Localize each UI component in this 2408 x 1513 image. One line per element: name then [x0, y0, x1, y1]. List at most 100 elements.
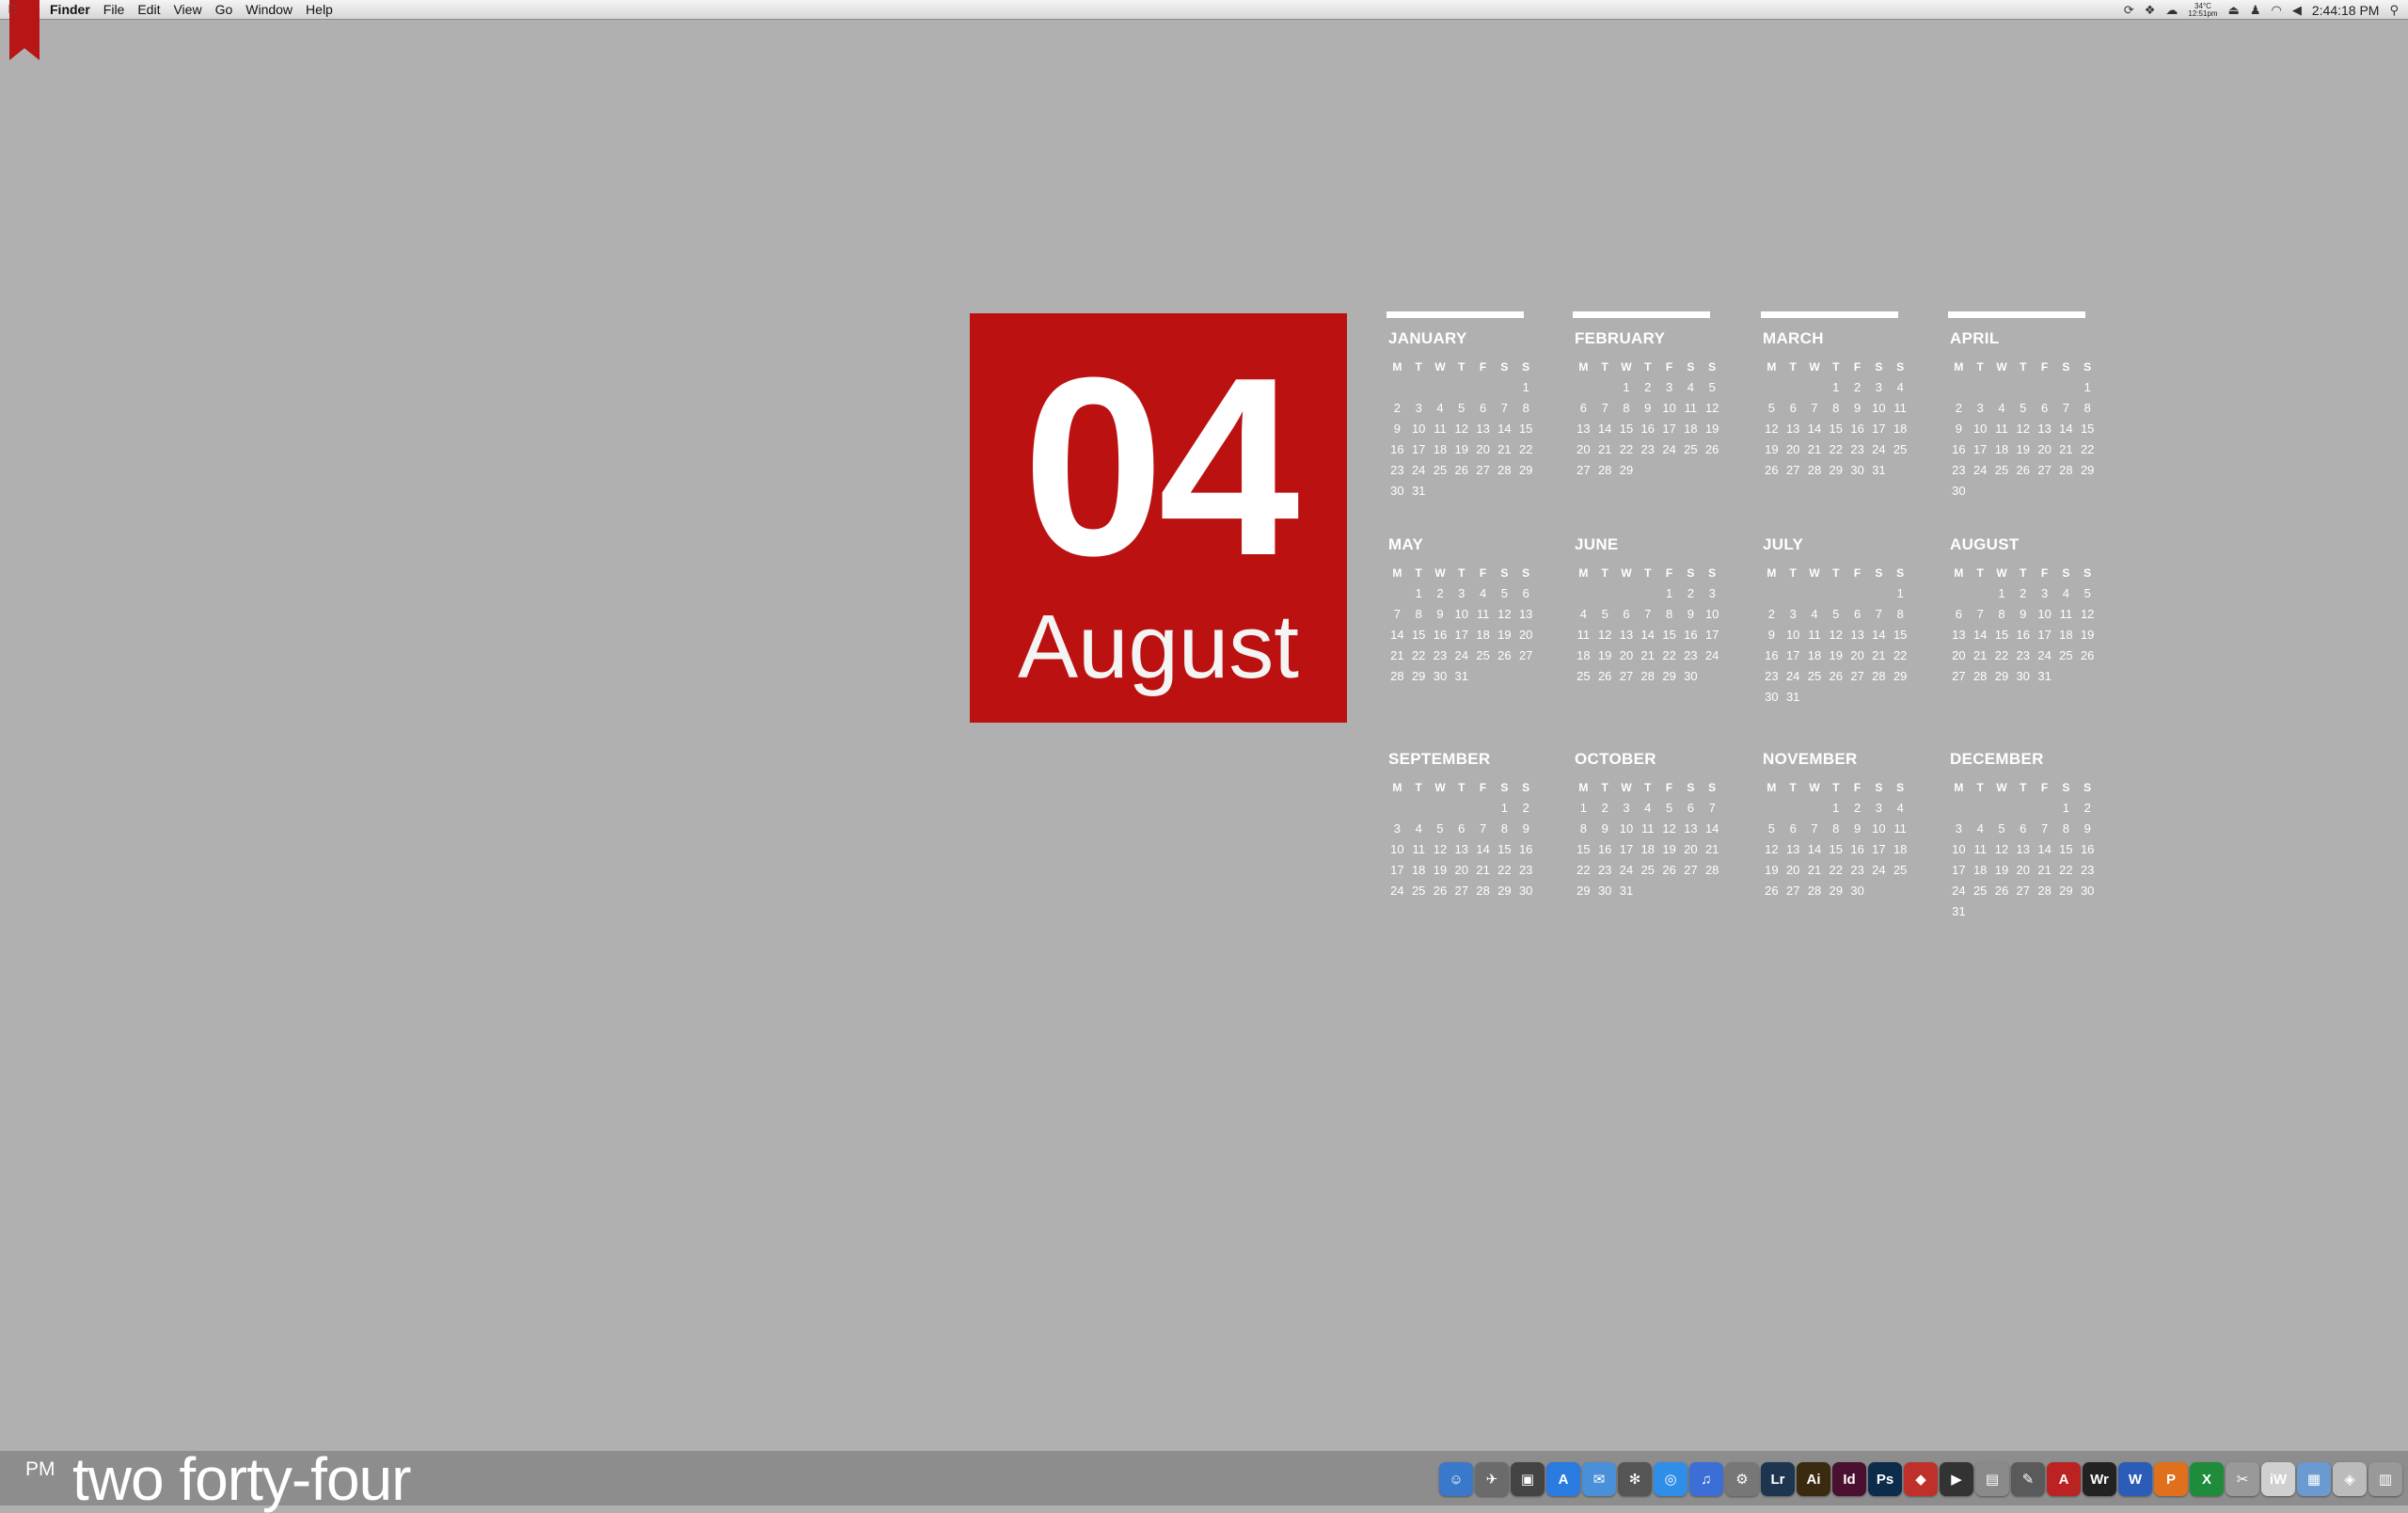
weekday-header: F — [1853, 360, 1861, 374]
dock-acrobat-icon[interactable]: A — [2047, 1462, 2081, 1496]
day-cell: 26 — [1994, 884, 2009, 898]
month-title: JANUARY — [1388, 329, 1467, 347]
empty-cell — [1846, 583, 1868, 604]
day-cell: 28 — [1390, 669, 1404, 683]
dock-excel-icon[interactable]: X — [2190, 1462, 2224, 1496]
dock-lightroom-icon[interactable]: Lr — [1761, 1462, 1795, 1496]
day-cell: 21 — [1497, 442, 1512, 456]
weekday-header: W — [1809, 566, 1820, 580]
dock-indesign-icon[interactable]: Id — [1832, 1462, 1866, 1496]
dock-photobooth-icon[interactable]: ▣ — [1511, 1462, 1545, 1496]
menu-file[interactable]: File — [103, 2, 138, 18]
sync-icon[interactable]: ⟳ — [2124, 3, 2134, 18]
month-title: AUGUST — [1950, 535, 2020, 553]
dock-feather-icon[interactable]: ✎ — [2011, 1462, 2045, 1496]
dock-documents-icon[interactable]: ▦ — [2297, 1462, 2331, 1496]
day-cell: 11 — [1893, 821, 1907, 836]
day-cell: 5 — [1601, 607, 1608, 621]
dock-illustrator-icon[interactable]: Ai — [1797, 1462, 1830, 1496]
day-cell: 13 — [2016, 842, 2031, 856]
day-cell: 22 — [1994, 648, 2009, 662]
dock-rocket-icon[interactable]: ✈ — [1475, 1462, 1509, 1496]
day-cell: 4 — [1479, 586, 1487, 600]
empty-cell — [1948, 583, 1970, 604]
dock-finder-icon[interactable]: ☺ — [1439, 1462, 1473, 1496]
day-cell: 27 — [1454, 884, 1469, 898]
menu-finder[interactable]: Finder — [50, 2, 103, 18]
dock-downloads-icon[interactable]: ◈ — [2333, 1462, 2367, 1496]
day-cell: 29 — [2059, 884, 2073, 898]
month-grid: M T W T F S S 1 2 3 4 5 6 7 8 9 10 11 12 13 14 15 16 17 18 19 20 21… — [1573, 563, 1719, 687]
wifi-icon[interactable]: ◠ — [2272, 3, 2282, 18]
day-cell: 27 — [1576, 463, 1591, 477]
day-cell: 2 — [1955, 401, 1963, 415]
day-cell: 1 — [1832, 801, 1840, 815]
eject-icon[interactable]: ⏏ — [2228, 3, 2240, 18]
day-cell: 6 — [1789, 401, 1797, 415]
day-cell: 27 — [1850, 669, 1864, 683]
dock-appstore-icon[interactable]: A — [1546, 1462, 1580, 1496]
spotlight-icon[interactable]: ⚲ — [2389, 3, 2399, 18]
empty-cell — [1782, 583, 1804, 604]
weekday-header: T — [1644, 360, 1652, 374]
day-cell: 25 — [1476, 648, 1490, 662]
day-cell: 24 — [1872, 863, 1886, 877]
dock-iwork-icon[interactable]: iW — [2261, 1462, 2295, 1496]
dock-preview-icon[interactable]: ▤ — [1975, 1462, 2009, 1496]
day-cell: 21 — [1972, 648, 1988, 662]
month-title: MAY — [1388, 535, 1424, 553]
menu-edit[interactable]: Edit — [137, 2, 173, 18]
day-cell: 14 — [1640, 628, 1656, 642]
dock-dashboard-icon[interactable]: ✻ — [1618, 1462, 1652, 1496]
cloud-icon[interactable]: ☁ — [2165, 3, 2178, 18]
day-cell: 18 — [1807, 648, 1822, 662]
day-cell: 4 — [1687, 380, 1694, 394]
day-cell: 21 — [2059, 442, 2073, 456]
day-cell: 13 — [1785, 842, 1800, 856]
weather-widget[interactable]: 34°C 12:51pm — [2188, 2, 2217, 18]
dock-preferences-icon[interactable]: ⚙ — [1725, 1462, 1759, 1496]
day-cell: 22 — [1497, 863, 1512, 877]
menu-view[interactable]: View — [173, 2, 214, 18]
menu-window[interactable]: Window — [246, 2, 306, 18]
day-cell: 11 — [1576, 628, 1591, 642]
day-cell: 26 — [2016, 463, 2031, 477]
day-cell: 21 — [1807, 863, 1822, 877]
day-cell: 12 — [1765, 842, 1779, 856]
dock-scissors-icon[interactable]: ✂ — [2226, 1462, 2259, 1496]
dock-pages-icon[interactable]: P — [2154, 1462, 2188, 1496]
day-cell: 4 — [1896, 380, 1904, 394]
day-cell: 30 — [2016, 669, 2031, 683]
day-cell: 17 — [1390, 863, 1404, 877]
dock-itunes-icon[interactable]: ♫ — [1689, 1462, 1723, 1496]
dock-safari-icon[interactable]: ◎ — [1654, 1462, 1687, 1496]
weekday-header: M — [1766, 566, 1777, 580]
day-cell: 2 — [1393, 401, 1402, 415]
day-cell: 11 — [1973, 842, 1987, 856]
dock-wordpress-icon[interactable]: Wr — [2083, 1462, 2116, 1496]
day-cell: 26 — [1765, 463, 1779, 477]
apple-menu-icon[interactable]:  — [8, 2, 17, 16]
day-cell: 1 — [1832, 380, 1840, 394]
month-grid: M T W T F S S 1 2 3 4 5 6 7 8 9 10 11 12 13 14 15 16 17 18 19 20 21… — [1386, 357, 1532, 502]
day-cell: 5 — [1500, 586, 1508, 600]
user-icon[interactable]: ♟ — [2250, 3, 2261, 18]
menu-help[interactable]: Help — [306, 2, 346, 18]
volume-icon[interactable]: ◀ — [2292, 3, 2302, 18]
day-cell: 17 — [1411, 442, 1426, 456]
dropbox-icon[interactable]: ❖ — [2145, 3, 2156, 18]
menubar-clock[interactable]: 2:44:18 PM — [2312, 3, 2380, 18]
dock-app-red-icon[interactable]: ◆ — [1904, 1462, 1938, 1496]
menu-go[interactable]: Go — [215, 2, 246, 18]
dock-mail-icon[interactable]: ✉ — [1582, 1462, 1616, 1496]
day-cell: 23 — [1640, 442, 1656, 456]
day-cell: 12 — [1497, 607, 1512, 621]
dock-photoshop-icon[interactable]: Ps — [1868, 1462, 1902, 1496]
dock-finalcut-icon[interactable]: ▶ — [1940, 1462, 1973, 1496]
empty-cell — [1948, 798, 1970, 819]
day-cell: 21 — [1390, 648, 1404, 662]
dock-trash-icon[interactable]: ▥ — [2368, 1462, 2402, 1496]
dock-word-icon[interactable]: W — [2118, 1462, 2152, 1496]
day-cell: 30 — [1765, 690, 1779, 704]
day-cell: 17 — [1785, 648, 1800, 662]
